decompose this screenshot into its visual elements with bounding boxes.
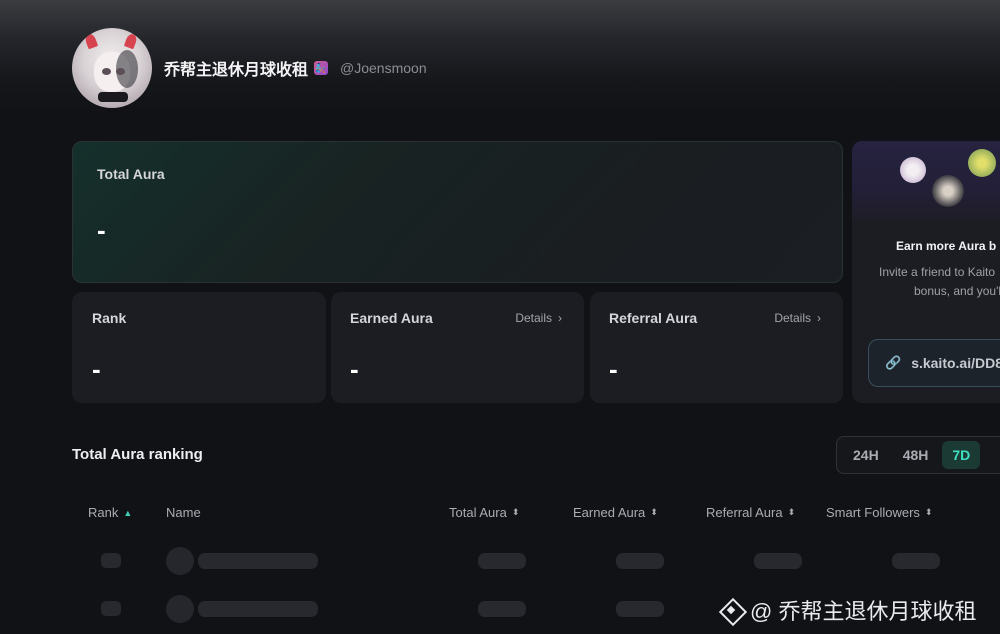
invite-hero-image bbox=[852, 141, 1000, 219]
referral-aura-label: Referral Aura bbox=[609, 310, 698, 326]
chevron-right-icon: › bbox=[817, 311, 821, 325]
invite-description: bonus, and you'll bbox=[914, 284, 1000, 298]
total-aura-value: - bbox=[97, 215, 106, 245]
referral-aura-value: - bbox=[609, 354, 618, 384]
profile-name: 乔帮主退休月球收租 bbox=[164, 62, 309, 79]
avatar-eye bbox=[116, 68, 125, 75]
ranking-title: Total Aura ranking bbox=[72, 446, 203, 463]
referral-link-box[interactable]: 🔗 s.kaito.ai/DD8 bbox=[868, 339, 1000, 387]
friend-avatar bbox=[932, 175, 964, 207]
rank-value: - bbox=[92, 354, 101, 384]
skeleton-avatar bbox=[166, 595, 194, 623]
earned-aura-value: - bbox=[350, 354, 359, 384]
watermark: @ 乔帮主退休月球收租 bbox=[718, 594, 976, 626]
sort-icon: ⬍ bbox=[511, 507, 520, 517]
skeleton-referral-aura bbox=[754, 553, 802, 569]
timeframe-tabs: 24H 48H 7D bbox=[836, 436, 1000, 474]
tab-48h[interactable]: 48H bbox=[893, 441, 939, 469]
details-label: Details bbox=[515, 311, 552, 325]
total-aura-card: Total Aura - bbox=[72, 141, 843, 283]
avatar-collar bbox=[98, 92, 128, 102]
horn-shape bbox=[123, 32, 139, 50]
column-header-name: Name bbox=[166, 505, 201, 520]
profile-header: 乔帮主退休月球收租 🧞 @Joensmoon bbox=[72, 28, 427, 108]
genie-badge-icon: 🧞 bbox=[314, 61, 329, 75]
sort-icon: ⬍ bbox=[787, 507, 796, 517]
chevron-right-icon: › bbox=[558, 311, 562, 325]
column-label: Name bbox=[166, 505, 201, 520]
skeleton-name bbox=[198, 601, 318, 617]
avatar-eye bbox=[102, 68, 111, 75]
invite-card: Earn more Aura b Invite a friend to Kait… bbox=[852, 141, 1000, 403]
profile-handle[interactable]: @Joensmoon bbox=[340, 60, 427, 76]
details-label: Details bbox=[774, 311, 811, 325]
column-header-referral-aura[interactable]: Referral Aura ⬍ bbox=[706, 505, 795, 520]
sort-icon: ⬍ bbox=[924, 507, 933, 517]
skeleton-smart-followers bbox=[892, 553, 940, 569]
sort-icon: ⬍ bbox=[650, 507, 658, 517]
tab-7d[interactable]: 7D bbox=[942, 441, 981, 469]
column-label: Smart Followers bbox=[826, 505, 920, 520]
referral-aura-card: Referral Aura Details › - bbox=[590, 292, 843, 403]
skeleton-rank bbox=[101, 553, 121, 568]
watermark-text: @ 乔帮主退休月球收租 bbox=[750, 599, 977, 624]
friend-avatar bbox=[968, 149, 996, 177]
skeleton-total-aura bbox=[478, 601, 526, 617]
skeleton-earned-aura bbox=[616, 601, 664, 617]
invite-title: Earn more Aura b bbox=[896, 239, 997, 253]
skeleton-earned-aura bbox=[616, 553, 664, 569]
total-aura-label: Total Aura bbox=[97, 166, 165, 182]
earned-aura-card: Earned Aura Details › - bbox=[331, 292, 584, 403]
rank-card: Rank - bbox=[72, 292, 326, 403]
avatar[interactable] bbox=[72, 28, 152, 108]
skeleton-name bbox=[198, 553, 318, 569]
column-label: Referral Aura bbox=[706, 505, 783, 520]
link-icon: 🔗 bbox=[885, 355, 902, 370]
column-header-total-aura[interactable]: Total Aura ⬍ bbox=[449, 505, 519, 520]
referral-link-text: s.kaito.ai/DD8 bbox=[911, 355, 1000, 371]
column-header-smart-followers[interactable]: Smart Followers ⬍ bbox=[826, 505, 932, 520]
invite-description: Invite a friend to Kaito bbox=[879, 265, 996, 279]
binance-logo-icon bbox=[718, 597, 744, 623]
horn-shape bbox=[83, 32, 99, 50]
column-label: Earned Aura bbox=[573, 505, 646, 520]
tab-24h[interactable]: 24H bbox=[843, 441, 889, 469]
column-header-earned-aura[interactable]: Earned Aura ⬍ bbox=[573, 505, 658, 520]
skeleton-rank bbox=[101, 601, 121, 616]
column-label: Rank bbox=[88, 505, 119, 520]
earned-aura-label: Earned Aura bbox=[350, 310, 433, 326]
friend-avatar bbox=[900, 157, 926, 183]
rank-label: Rank bbox=[92, 310, 127, 326]
skeleton-avatar bbox=[166, 547, 194, 575]
skeleton-total-aura bbox=[478, 553, 526, 569]
sort-icon: ▲ bbox=[123, 507, 133, 518]
column-label: Total Aura bbox=[449, 505, 507, 520]
referral-details-link[interactable]: Details › bbox=[774, 311, 821, 325]
earned-details-link[interactable]: Details › bbox=[515, 311, 562, 325]
column-header-rank[interactable]: Rank ▲ bbox=[88, 505, 132, 520]
